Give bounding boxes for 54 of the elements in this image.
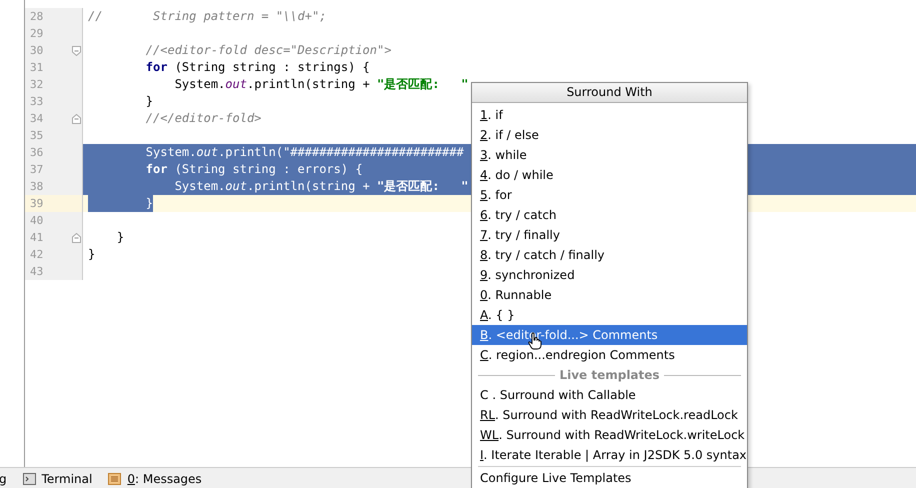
fold-marker-icon[interactable] [72, 114, 81, 124]
menu-item[interactable]: 7. try / finally [472, 225, 747, 245]
menu-item[interactable]: I. Iterate Iterable | Array in J2SDK 5.0 syntax [472, 445, 747, 465]
line-number: 29 [29, 26, 44, 42]
code-line: for (String string : errors) { [144, 161, 363, 178]
menu-item[interactable]: 5. for [472, 185, 747, 205]
menu-item[interactable]: C. region...endregion Comments [472, 345, 747, 365]
line-number: 32 [29, 77, 44, 93]
line-number: 28 [29, 9, 44, 25]
line-number: 40 [29, 213, 44, 229]
menu-item[interactable]: 9. synchronized [472, 265, 747, 285]
terminal-icon [22, 472, 36, 484]
line-number: 30 [29, 43, 44, 59]
line-number: 37 [29, 162, 44, 178]
line-number: 31 [29, 60, 44, 76]
menu-item[interactable]: 4. do / while [472, 165, 747, 185]
code-line: System.out.println("######################## [144, 144, 464, 161]
tool-window-tab[interactable]: 0: Messages [108, 472, 202, 486]
menu-item[interactable]: A. { } [472, 305, 747, 325]
line-number: 33 [29, 94, 44, 110]
code-line: System.out.println(string + "是否匹配: " [174, 76, 468, 93]
code-line: for (String string : strings) { [144, 59, 370, 76]
code-line: } [144, 93, 154, 110]
menu-item[interactable]: 8. try / catch / finally [472, 245, 747, 265]
line-number: 34 [29, 111, 44, 127]
code-line: // String pattern = "\\d+"; [88, 8, 326, 25]
code-line: } [116, 229, 124, 246]
menu-item[interactable]: 0. Runnable [472, 285, 747, 305]
menu-item[interactable]: Configure Live Templates [472, 468, 747, 488]
code-line: //</editor-fold> [144, 110, 262, 127]
line-number: 42 [29, 247, 44, 263]
line-number: 35 [29, 128, 44, 144]
menu-item[interactable]: 2. if / else [472, 125, 747, 145]
popup-title: Surround With [472, 83, 747, 103]
line-number: 38 [29, 179, 44, 195]
code-line: System.out.println(string + "是否匹配: " [174, 178, 468, 195]
line-number: 39 [29, 196, 44, 212]
section-heading: Live templates [559, 368, 660, 382]
tool-window-tab[interactable]: Terminal [22, 472, 92, 486]
menu-item[interactable]: C . Surround with Callable [472, 385, 747, 405]
line-number: 41 [29, 230, 44, 246]
fold-marker-icon[interactable] [72, 46, 81, 56]
menu-item[interactable]: 3. while [472, 145, 747, 165]
line-number: 43 [29, 264, 44, 280]
menu-item[interactable]: 6. try / catch [472, 205, 747, 225]
menu-item[interactable]: 1. if [472, 105, 747, 125]
code-line: } [88, 246, 96, 263]
fold-marker-icon[interactable] [72, 232, 81, 242]
tool-window-tab[interactable]: g [0, 472, 7, 486]
line-number: 36 [29, 145, 44, 161]
messages-icon [108, 472, 122, 484]
code-line: //<editor-fold desc="Description"> [144, 42, 392, 59]
menu-item[interactable]: RL. Surround with ReadWriteLock.readLock [472, 405, 747, 425]
menu-item[interactable]: WL. Surround with ReadWriteLock.writeLock [472, 425, 747, 445]
